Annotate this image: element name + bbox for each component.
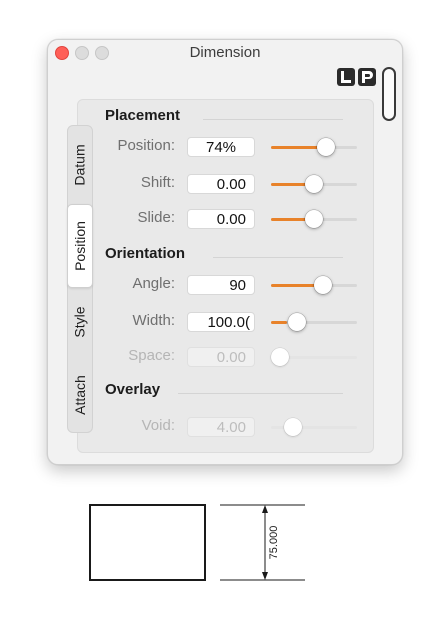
tab-style[interactable]: Style — [68, 286, 92, 358]
slide-label: Slide: — [137, 209, 175, 226]
width-slider-fill — [271, 321, 287, 324]
section-placement: Placement — [105, 107, 181, 124]
tab-position-label: Position — [72, 221, 88, 271]
lp-logo-icon — [337, 68, 376, 86]
side-tab-bar: Datum Position Style Attach — [67, 125, 93, 433]
shift-input[interactable]: 0.00 — [187, 174, 255, 194]
window-title: Dimension — [189, 44, 261, 61]
dimension-window: Dimension Datum Position Style Attach Pl… — [47, 39, 403, 465]
shift-label: Shift: — [140, 174, 175, 191]
position-input[interactable]: 74% — [187, 137, 255, 157]
position-label: Position: — [117, 137, 175, 154]
shift-slider-knob[interactable] — [305, 175, 323, 193]
tab-position[interactable]: Position — [67, 204, 93, 288]
tab-style-label: Style — [72, 306, 88, 338]
angle-slider-knob[interactable] — [314, 276, 332, 294]
void-label: Void: — [141, 417, 175, 434]
width-input[interactable]: 100.0( — [187, 312, 255, 332]
position-slider-knob[interactable] — [317, 138, 335, 156]
section-overlay: Overlay — [105, 381, 161, 398]
preview-rectangle — [89, 504, 206, 581]
width-slider-knob[interactable] — [288, 313, 306, 331]
scrollbar-thumb[interactable] — [382, 67, 396, 121]
void-slider-knob — [284, 418, 302, 436]
width-label: Width: — [132, 312, 175, 329]
slide-input[interactable]: 0.00 — [187, 209, 255, 229]
dimension-preview: 75.000 — [89, 504, 305, 581]
angle-input[interactable]: 90 — [187, 275, 255, 295]
space-input: 0.00 — [187, 347, 255, 367]
void-input: 4.00 — [187, 417, 255, 437]
section-orientation: Orientation — [105, 245, 186, 262]
space-slider-knob — [271, 348, 289, 366]
tab-attach[interactable]: Attach — [68, 358, 92, 432]
tab-datum[interactable]: Datum — [68, 126, 92, 204]
divider — [213, 257, 343, 258]
divider — [178, 393, 343, 394]
slide-slider-knob[interactable] — [305, 210, 323, 228]
angle-label: Angle: — [132, 275, 175, 292]
tab-attach-label: Attach — [72, 375, 89, 415]
arrow-bottom-icon — [262, 572, 268, 580]
arrow-top-icon — [262, 505, 268, 513]
dimension-value: 75.000 — [268, 526, 280, 560]
space-label: Space: — [128, 347, 175, 364]
tab-datum-label: Datum — [72, 144, 89, 186]
divider — [203, 119, 343, 120]
